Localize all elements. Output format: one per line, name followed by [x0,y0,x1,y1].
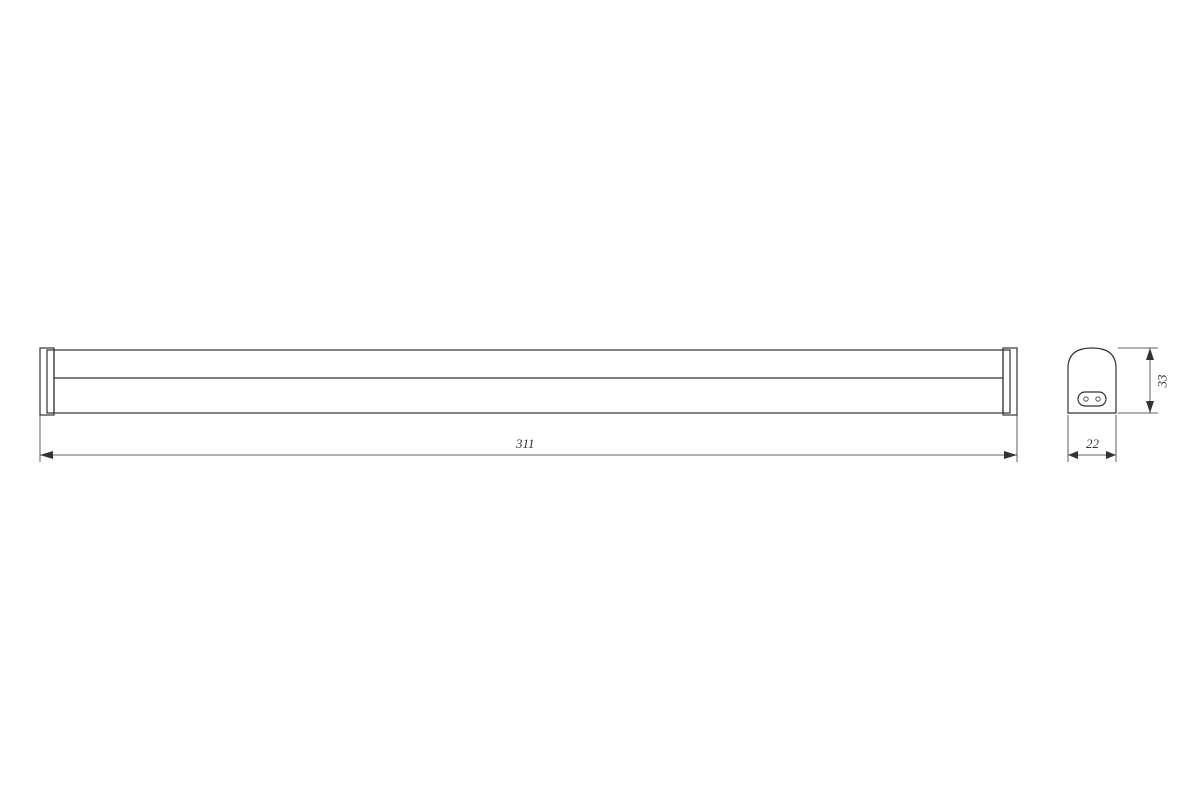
dim-height-label: 33 [1155,375,1171,388]
drawing-canvas: 311 22 33 [0,0,1200,800]
dim-length-label: 311 [516,436,535,452]
dim-width-label: 22 [1086,436,1099,452]
front-elevation [0,0,1200,800]
